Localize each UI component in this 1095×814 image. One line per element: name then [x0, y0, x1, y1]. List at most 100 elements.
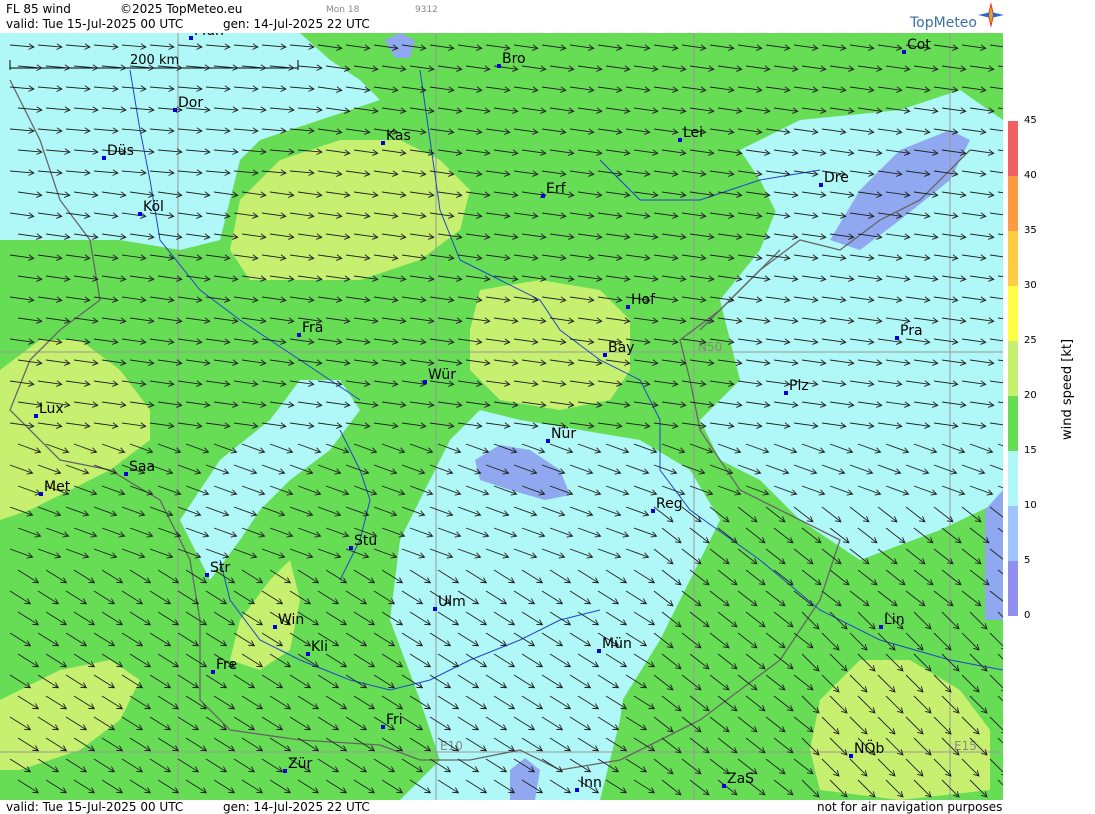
speed-zone-25-30-central: [470, 280, 630, 410]
city-marker: [423, 380, 427, 384]
city-label: Stu: [354, 533, 377, 549]
city-marker: [297, 333, 301, 337]
colorbar-title: wind speed [kt]: [1060, 338, 1075, 440]
colorbar-segment: [1008, 121, 1018, 177]
footer-gen: gen: 14-Jul-2025 22 UTC: [223, 800, 370, 814]
city-label: Hof: [631, 292, 656, 308]
city-label: Fre: [216, 657, 237, 673]
compass-logo-icon: [978, 2, 1004, 28]
product-title: FL 85 wind: [6, 2, 71, 16]
colorbar-tick-label: 10: [1024, 500, 1037, 511]
city-marker: [546, 439, 550, 443]
colorbar-segment: [1008, 506, 1018, 562]
city-marker: [349, 546, 353, 550]
city-marker: [381, 725, 385, 729]
city-marker: [34, 414, 38, 418]
city-marker: [39, 492, 43, 496]
city-marker: [879, 625, 883, 629]
colorbar-tick-label: 20: [1024, 390, 1037, 401]
colorbar-segment: [1008, 231, 1018, 287]
city-label: Plz: [789, 378, 809, 394]
colorbar-segment: [1008, 561, 1018, 616]
run-day: Mon 18: [326, 5, 360, 15]
city-marker: [205, 573, 209, 577]
city-marker: [433, 607, 437, 611]
city-label: Reg: [656, 496, 683, 512]
city-marker: [497, 64, 501, 68]
colorbar-segment: [1008, 451, 1018, 507]
city-label: Lei: [683, 125, 703, 141]
colorbar-tick-label: 25: [1024, 335, 1037, 346]
city-marker: [722, 784, 726, 788]
city-label: Wür: [428, 367, 456, 383]
city-label: Bay: [608, 340, 634, 356]
city-label: Nür: [551, 426, 576, 442]
colorbar-tick-label: 0: [1024, 610, 1031, 621]
city-label: Mün: [602, 636, 632, 652]
city-marker: [381, 141, 385, 145]
city-label: Erf: [546, 181, 567, 197]
city-label: Dor: [178, 95, 203, 111]
footer-disclaimer: not for air navigation purposes: [817, 800, 1003, 814]
city-marker: [306, 652, 310, 656]
city-label: Inn: [580, 775, 602, 791]
city-marker: [541, 194, 545, 198]
colorbar-segment: [1008, 341, 1018, 397]
city-label: Lin: [884, 612, 905, 628]
colorbar-tick-label: 30: [1024, 280, 1037, 291]
city-label: Düs: [107, 143, 134, 159]
run-code: 9312: [415, 5, 438, 15]
city-label: Bro: [502, 51, 526, 67]
city-label: Win: [278, 612, 304, 628]
city-marker: [189, 36, 193, 40]
colorbar-tick-label: 15: [1024, 445, 1037, 456]
valid-time: valid: Tue 15-Jul-2025 00 UTC: [6, 17, 184, 31]
city-marker: [102, 156, 106, 160]
speed-zone-10-15-se: [985, 490, 1003, 620]
city-marker: [902, 50, 906, 54]
city-marker: [849, 754, 853, 758]
city-label: Lux: [39, 401, 64, 417]
map-canvas: 200 km N50 E10 E15 MünBroCotDorDüsKasLei…: [0, 33, 1003, 800]
wind-map: 200 km N50 E10 E15 MünBroCotDorDüsKasLei…: [0, 33, 1003, 800]
colorbar-tick-label: 35: [1024, 225, 1037, 236]
city-label: Cot: [907, 37, 931, 53]
city-label: Fra: [302, 320, 323, 336]
city-marker: [603, 353, 607, 357]
scale-label: 200 km: [130, 53, 179, 68]
colorbar-tick-label: 5: [1024, 555, 1031, 566]
city-marker: [597, 649, 601, 653]
city-label: Str: [210, 560, 230, 576]
city-label: ZaS: [727, 771, 754, 787]
city-marker: [273, 625, 277, 629]
wind-speed-colorbar: [1008, 121, 1018, 616]
city-marker: [626, 305, 630, 309]
city-label: NÖb: [854, 739, 884, 757]
gen-time: gen: 14-Jul-2025 22 UTC: [223, 17, 370, 31]
city-label: Köl: [143, 199, 164, 215]
city-label: Kli: [311, 639, 328, 655]
city-label: Zür: [288, 756, 312, 772]
city-label: Met: [44, 479, 71, 495]
colorbar-segment: [1008, 176, 1018, 232]
city-marker: [784, 391, 788, 395]
city-marker: [819, 183, 823, 187]
city-label: Mün: [194, 33, 224, 39]
copyright: ©2025 TopMeteo.eu: [120, 2, 243, 16]
footer-valid: valid: Tue 15-Jul-2025 00 UTC: [6, 800, 184, 814]
city-label: Pra: [900, 323, 923, 339]
colorbar-segment: [1008, 286, 1018, 342]
logo-text: TopMeteo: [910, 15, 977, 31]
city-marker: [651, 509, 655, 513]
city-marker: [895, 336, 899, 340]
city-marker: [173, 108, 177, 112]
city-marker: [138, 212, 142, 216]
city-marker: [124, 472, 128, 476]
city-marker: [575, 788, 579, 792]
city-label: Kas: [386, 128, 411, 144]
city-label: Ulm: [438, 594, 466, 610]
city-marker: [283, 769, 287, 773]
colorbar-segment: [1008, 396, 1018, 452]
city-label: Fri: [386, 712, 403, 728]
city-label: Saa: [129, 459, 155, 475]
